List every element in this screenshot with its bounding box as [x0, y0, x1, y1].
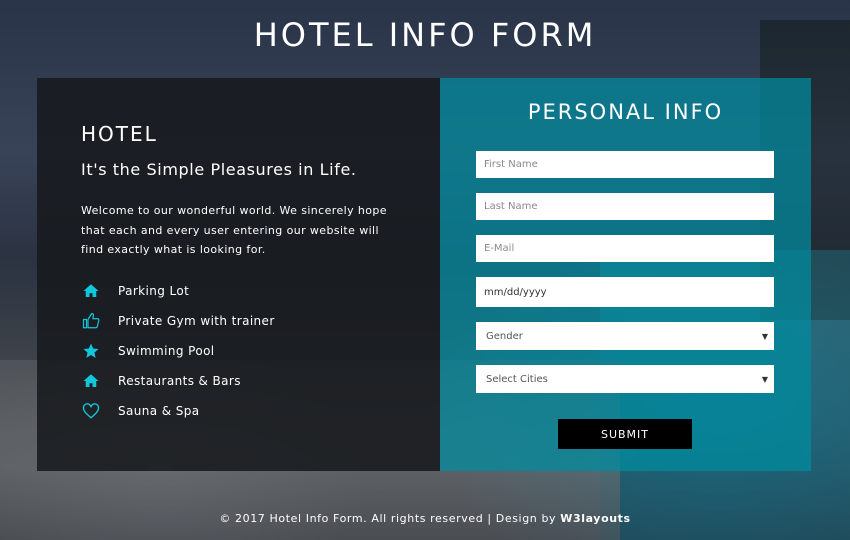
footer-brand-link[interactable]: W3layouts	[560, 512, 630, 525]
date-input[interactable]	[476, 277, 774, 307]
amenity-label: Parking Lot	[118, 283, 190, 298]
chevron-down-icon: ▼	[761, 331, 768, 341]
hotel-tagline: It's the Simple Pleasures in Life.	[81, 160, 357, 179]
submit-button[interactable]: SUBMIT	[558, 419, 692, 449]
star-icon	[81, 341, 101, 361]
amenity-restaurants-bars: Restaurants & Bars	[81, 366, 440, 396]
city-select[interactable]: Select Cities ▼	[476, 365, 774, 393]
footer: © 2017 Hotel Info Form. All rights reser…	[0, 512, 850, 525]
city-select-value: Select Cities	[486, 373, 548, 385]
home-icon	[81, 281, 101, 301]
welcome-text: Welcome to our wonderful world. We since…	[81, 204, 387, 256]
last-name-input[interactable]	[476, 193, 774, 220]
hotel-info-panel: HOTEL It's the Simple Pleasures in Life.…	[37, 78, 440, 471]
home-icon	[81, 371, 101, 391]
amenity-label: Swimming Pool	[118, 343, 215, 358]
hotel-heading: HOTEL	[81, 122, 158, 146]
amenity-swimming-pool: Swimming Pool	[81, 336, 440, 366]
thumbs-up-icon	[81, 311, 101, 331]
personal-info-form: PERSONAL INFO Gender ▼ Select Cities ▼ S…	[440, 78, 811, 471]
gender-select[interactable]: Gender ▼	[476, 322, 774, 350]
first-name-input[interactable]	[476, 151, 774, 178]
amenity-label: Restaurants & Bars	[118, 373, 241, 388]
footer-copyright: © 2017 Hotel Info Form. All rights reser…	[219, 512, 561, 525]
amenity-label: Sauna & Spa	[118, 403, 200, 418]
amenities-list: Parking Lot Private Gym with trainer Swi…	[81, 276, 440, 426]
chevron-down-icon: ▼	[761, 374, 768, 384]
amenity-sauna-spa: Sauna & Spa	[81, 396, 440, 426]
amenity-parking-lot: Parking Lot	[81, 276, 440, 306]
email-input[interactable]	[476, 235, 774, 262]
heart-icon	[81, 401, 101, 421]
page-title: HOTEL INFO FORM	[253, 16, 597, 54]
form-title: PERSONAL INFO	[527, 100, 724, 124]
amenity-label: Private Gym with trainer	[118, 313, 275, 328]
amenity-private-gym: Private Gym with trainer	[81, 306, 440, 336]
gender-select-value: Gender	[486, 330, 523, 342]
